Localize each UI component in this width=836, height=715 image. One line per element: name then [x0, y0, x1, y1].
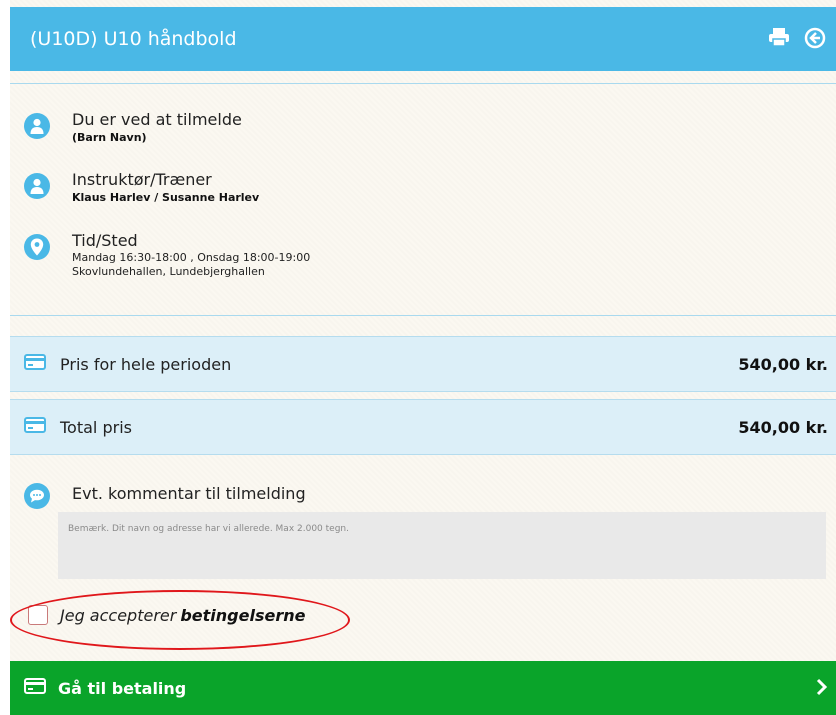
divider	[10, 83, 836, 84]
instructor-names: Klaus Harlev / Susanne Harlev	[72, 191, 260, 204]
chat-bubble-icon	[24, 483, 50, 509]
price-value: 540,00 kr.	[738, 354, 828, 374]
credit-card-icon	[24, 678, 46, 698]
info-instructor: Instruktør/Træner Klaus Harlev / Susanne…	[24, 170, 259, 205]
time-place-label: Tid/Sted	[72, 231, 138, 250]
price-label: Pris for hele perioden	[60, 354, 232, 374]
annotation-ellipse	[10, 590, 350, 650]
instructor-label: Instruktør/Træner	[72, 170, 212, 189]
pay-button[interactable]: Gå til betaling	[10, 661, 836, 715]
page-title: (U10D) U10 håndbold	[30, 28, 237, 50]
comment-textarea[interactable]	[58, 512, 826, 579]
total-price-label: Total pris	[60, 417, 132, 437]
schedule-text: Mandag 16:30-18:00 , Onsdag 18:00-19:00	[72, 251, 311, 264]
comment-label: Evt. kommentar til tilmelding	[72, 484, 306, 503]
info-time-place: Tid/Sted Mandag 16:30-18:00 , Onsdag 18:…	[24, 231, 310, 279]
registrant-label: Du er ved at tilmelde	[72, 110, 242, 129]
map-pin-icon	[24, 234, 50, 260]
comment-section: Evt. kommentar til tilmelding	[24, 480, 306, 509]
total-price-value: 540,00 kr.	[738, 417, 828, 437]
user-icon	[24, 173, 50, 199]
price-row-total: Total pris 540,00 kr.	[10, 399, 836, 455]
info-registrant: Du er ved at tilmelde (Barn Navn)	[24, 110, 242, 145]
card-header: (U10D) U10 håndbold	[10, 7, 836, 71]
chevron-right-icon	[816, 678, 828, 700]
divider	[10, 315, 836, 316]
location-text: Skovlundehallen, Lundebjerghallen	[72, 265, 265, 278]
print-icon[interactable]	[768, 27, 790, 49]
price-row-period: Pris for hele perioden 540,00 kr.	[10, 336, 836, 392]
pay-button-label: Gå til betaling	[58, 678, 187, 698]
back-circle-icon[interactable]	[804, 27, 826, 49]
user-icon	[24, 113, 50, 139]
credit-card-icon	[24, 354, 46, 374]
credit-card-icon	[24, 417, 46, 437]
registrant-name: (Barn Navn)	[72, 131, 147, 144]
